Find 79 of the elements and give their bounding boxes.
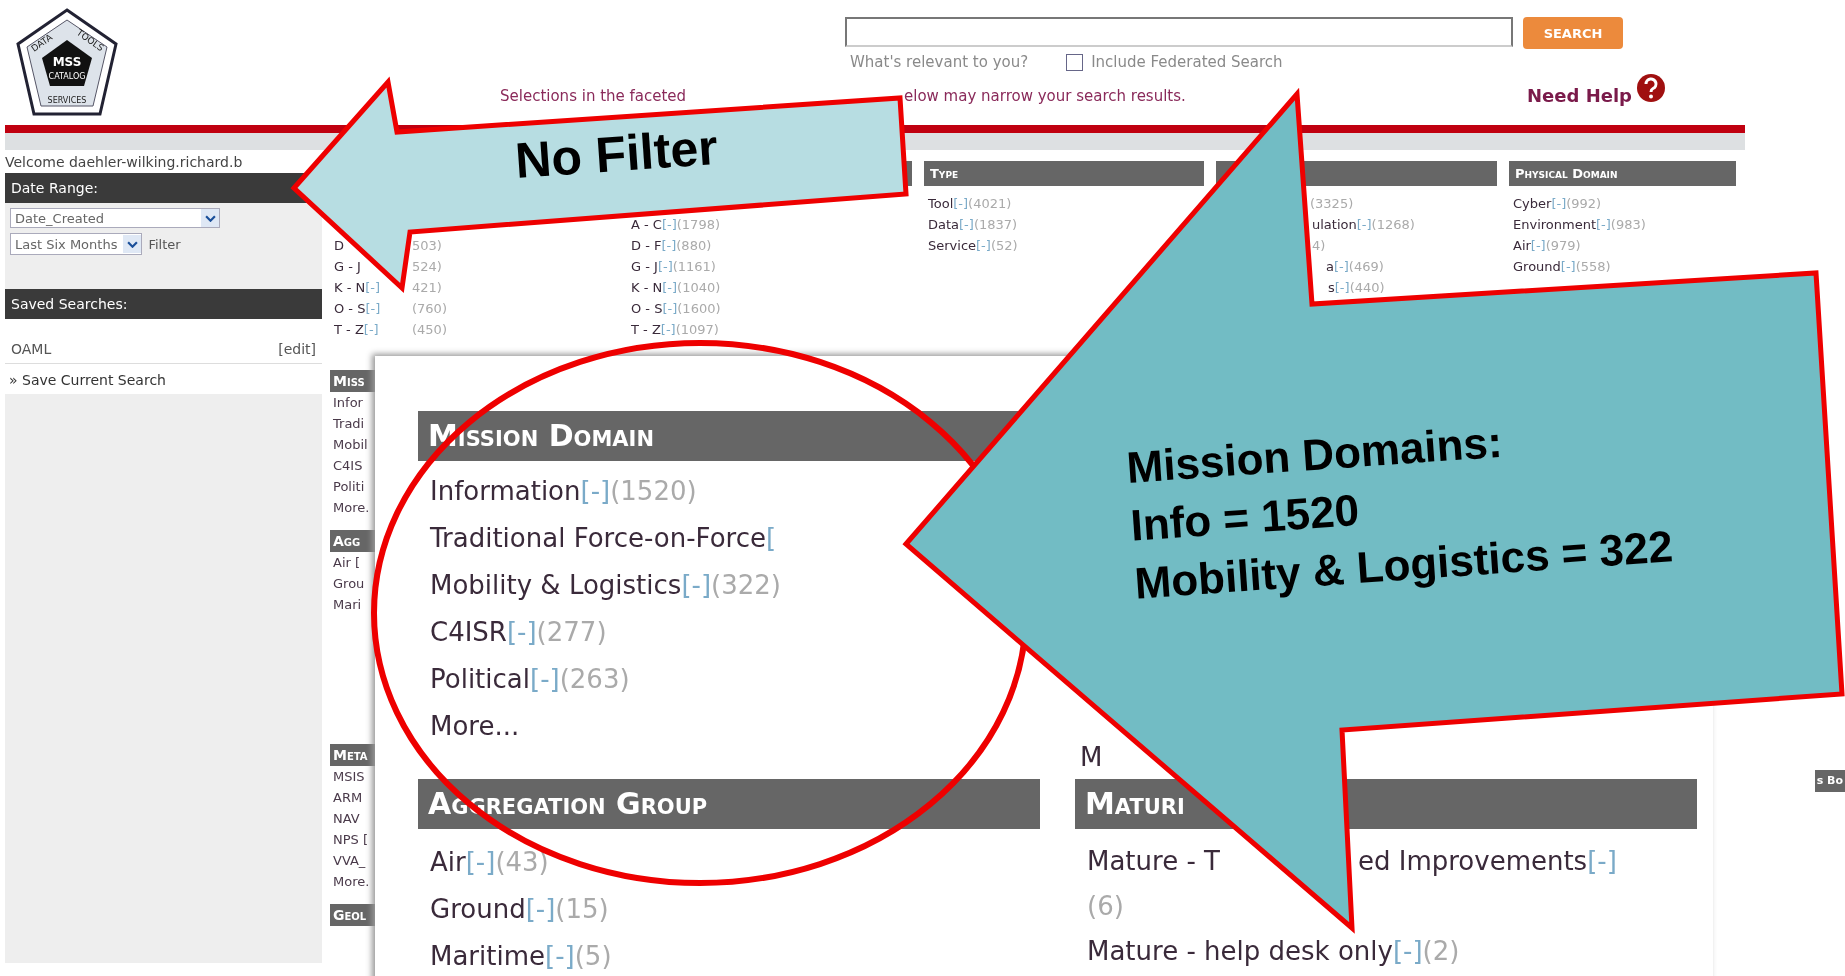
facet-item[interactable]: C4IS [330, 455, 375, 476]
facet-item[interactable]: Traditional Force-on-Force[ [418, 515, 777, 562]
facet-item[interactable]: O - S[-](1600) [631, 298, 721, 319]
save-search-link[interactable]: » Save Current Search [5, 364, 322, 394]
facet-item[interactable]: Service[-](52) [928, 235, 1018, 256]
facet-item[interactable]: T - Z[-] [334, 319, 379, 340]
facet-item[interactable]: ulation[-](1268) [1312, 214, 1415, 235]
facet-item[interactable]: Mobil [330, 434, 375, 455]
facet-item[interactable]: NAV [330, 808, 375, 829]
facet-item[interactable]: Infor [330, 392, 375, 413]
facet-count: 421) [412, 279, 443, 297]
facet-count: 503) [412, 237, 443, 255]
facet-item[interactable]: D - F[-](880) [631, 235, 712, 256]
welcome-text: Velcome daehler-wilking.richard.b [5, 150, 322, 173]
help-icon[interactable] [1635, 72, 1666, 103]
facet-item[interactable]: Politi [330, 476, 375, 497]
federated-label: Include Federated Search [1091, 53, 1283, 71]
facet-header: Type [924, 161, 1204, 186]
edit-link[interactable]: [edit] [278, 341, 316, 357]
notice-text: elow may narrow your search results. [904, 86, 1187, 105]
facet-header: Meta [330, 744, 375, 766]
facet-item[interactable]: G - J[-](1161) [631, 256, 716, 277]
facet-header: s Bo [1814, 770, 1845, 792]
facet-item[interactable]: Mature - T ed Improvements[-] (6) [1075, 839, 1642, 929]
facet-item[interactable]: C4ISR[-](277) [418, 609, 607, 656]
saved-search-link[interactable]: OAML [11, 341, 52, 357]
facet-item[interactable]: K - N[-](1040) [631, 277, 721, 298]
federated-checkbox[interactable] [1066, 53, 1084, 71]
facet-item[interactable]: VVA_ [330, 850, 375, 871]
facet-item[interactable]: O - S[-] [334, 298, 381, 319]
callout-text: No Filter [513, 118, 720, 190]
facet-item[interactable]: ARM [330, 787, 375, 808]
facet-item[interactable]: Air[-](979) [1513, 235, 1581, 256]
facet-item[interactable]: Maritime[-](5) [418, 933, 612, 976]
facet-item[interactable]: T - Z[-](1097) [631, 319, 719, 340]
facet-item[interactable]: Mature - help desk only[-](2) [1075, 929, 1642, 974]
facet-item[interactable]: Cyber[-](992) [1513, 193, 1602, 214]
facet-item[interactable]: G - J [334, 256, 361, 277]
chevron-down-icon[interactable] [123, 235, 142, 253]
date-field-select[interactable]: Date_Created [10, 208, 220, 228]
notice-text: Selections in the faceted [500, 86, 688, 105]
facet-item[interactable]: Ground[-](558) [1513, 256, 1611, 277]
facet-item[interactable]: Data[-](1837) [928, 214, 1018, 235]
facet-count: (450) [412, 321, 448, 339]
facet-item[interactable]: Grou [330, 573, 375, 594]
facet-item[interactable]: a[-](469) [1326, 256, 1384, 277]
facet-item[interactable]: Information[-](1520) [418, 468, 697, 515]
period-select[interactable]: Last Six Months [10, 233, 143, 255]
facet-item[interactable]: Mobility & Logistics[-](322) [418, 562, 781, 609]
search-hint: What's relevant to you? [850, 53, 1029, 71]
facet-item[interactable]: More. [330, 497, 375, 518]
search-field[interactable] [845, 17, 1513, 47]
facet-item[interactable]: K - N[-] [334, 277, 381, 298]
filter-link[interactable]: Filter [148, 236, 181, 252]
facet-item[interactable]: NPS [ [330, 829, 375, 850]
facet-header: Physical Domain [1509, 161, 1736, 186]
section-header: Saved Searches: [5, 289, 322, 319]
facet-count: 524) [412, 258, 443, 276]
facet-item[interactable]: More. [330, 871, 375, 892]
facet-count: (760) [412, 300, 448, 318]
facet-item[interactable]: Tradi [330, 413, 375, 434]
facet-header: Geol [330, 904, 375, 926]
facet-header: Agg [330, 530, 375, 552]
chevron-down-icon[interactable] [201, 209, 219, 227]
facet-item[interactable]: s[-](440) [1328, 277, 1385, 298]
facet-item[interactable]: Air [ [330, 552, 375, 573]
facet-item[interactable]: Air[-](43) [418, 839, 549, 886]
facet-item[interactable]: A - C[-](1798) [631, 214, 720, 235]
facet-item[interactable]: Tool[-](4021) [928, 193, 1012, 214]
facet-item[interactable]: MSIS [330, 766, 375, 787]
facet-item[interactable]: M [1075, 742, 1103, 772]
facet-item[interactable]: D [334, 235, 344, 256]
facet-header: Miss [330, 370, 375, 392]
facet-item[interactable]: Political[-](263) [418, 656, 630, 703]
facet-item[interactable]: More... [418, 703, 520, 750]
facet-item[interactable]: Environment[-](983) [1513, 214, 1646, 235]
facet-item[interactable]: Ground[-](15) [418, 886, 609, 933]
facet-item[interactable]: Mari [330, 594, 375, 615]
help-link[interactable]: Need Help [1527, 85, 1632, 106]
